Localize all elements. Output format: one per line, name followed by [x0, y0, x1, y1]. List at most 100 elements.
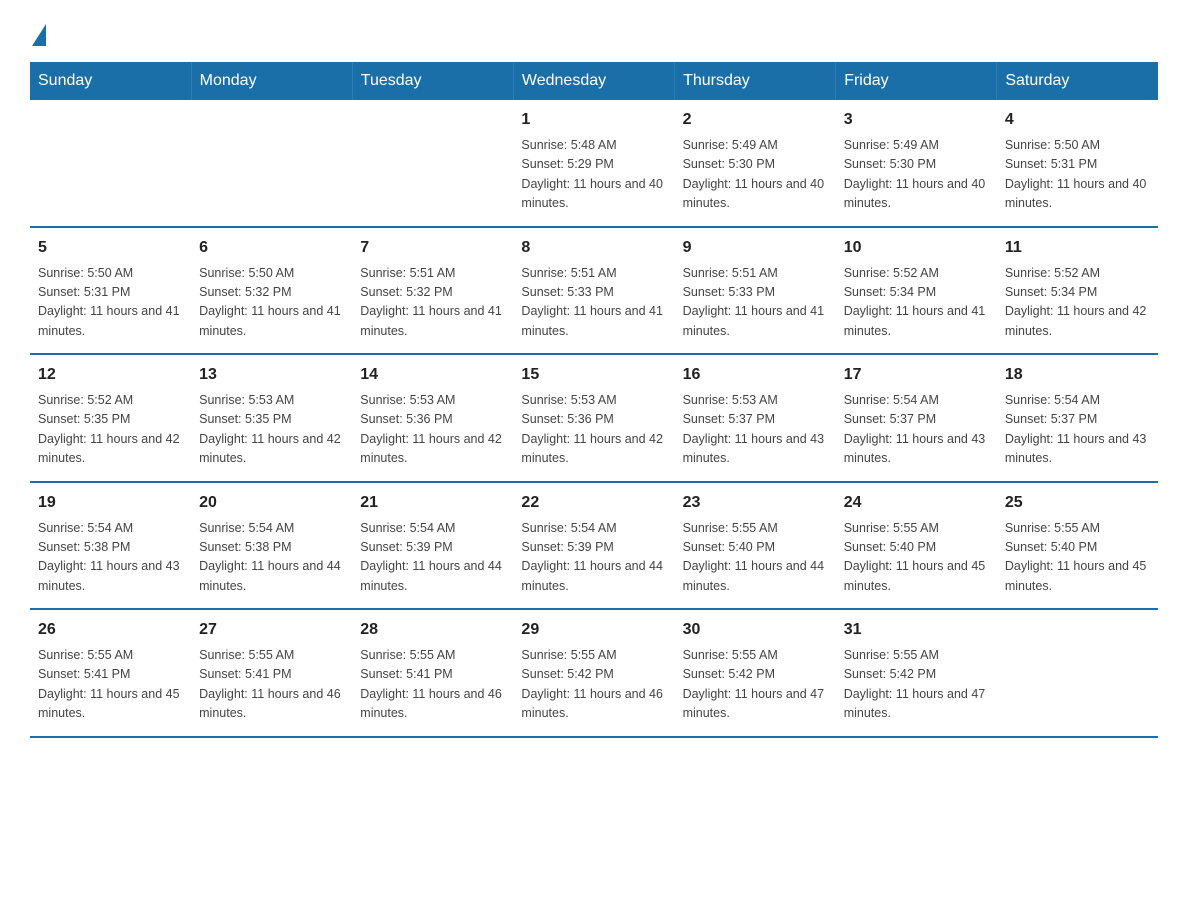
calendar-cell	[30, 100, 191, 227]
calendar-week-row: 12 Sunrise: 5:52 AM Sunset: 5:35 PM Dayli…	[30, 354, 1158, 482]
day-info: Sunrise: 5:54 AM Sunset: 5:38 PM Dayligh…	[38, 519, 183, 597]
weekday-header-saturday: Saturday	[997, 62, 1158, 100]
day-number: 1	[521, 108, 666, 132]
calendar-cell: 27Sunrise: 5:55 AM Sunset: 5:41 PM Dayli…	[191, 609, 352, 737]
day-info: Sunrise: 5:54 AM Sunset: 5:39 PM Dayligh…	[360, 519, 505, 597]
calendar-cell: 22Sunrise: 5:54 AM Sunset: 5:39 PM Dayli…	[513, 482, 674, 610]
day-info: Sunrise: 5:54 AM Sunset: 5:38 PM Dayligh…	[199, 519, 344, 597]
day-number: 6	[199, 236, 344, 260]
day-info: Sunrise: 5:50 AM Sunset: 5:31 PM Dayligh…	[38, 264, 183, 342]
day-info: Sunrise: 5:52 AM Sunset: 5:34 PM Dayligh…	[844, 264, 989, 342]
day-number: 16	[683, 363, 828, 387]
calendar-cell: 3 Sunrise: 5:49 AM Sunset: 5:30 PM Daylig…	[836, 100, 997, 227]
day-number: 18	[1005, 363, 1150, 387]
day-info: Sunrise: 5:53 AM Sunset: 5:36 PM Dayligh…	[521, 391, 666, 469]
day-number: 3	[844, 108, 989, 132]
calendar-cell: 26 Sunrise: 5:55 AM Sunset: 5:41 PM Dayli…	[30, 609, 191, 737]
calendar-cell: 25Sunrise: 5:55 AM Sunset: 5:40 PM Dayli…	[997, 482, 1158, 610]
calendar-cell: 6 Sunrise: 5:50 AM Sunset: 5:32 PM Daylig…	[191, 227, 352, 355]
day-number: 28	[360, 618, 505, 642]
day-info: Sunrise: 5:53 AM Sunset: 5:35 PM Dayligh…	[199, 391, 344, 469]
day-info: Sunrise: 5:49 AM Sunset: 5:30 PM Dayligh…	[844, 136, 989, 214]
calendar-week-row: 19 Sunrise: 5:54 AM Sunset: 5:38 PM Dayli…	[30, 482, 1158, 610]
day-info: Sunrise: 5:52 AM Sunset: 5:35 PM Dayligh…	[38, 391, 183, 469]
calendar-cell: 15Sunrise: 5:53 AM Sunset: 5:36 PM Dayli…	[513, 354, 674, 482]
day-info: Sunrise: 5:55 AM Sunset: 5:42 PM Dayligh…	[844, 646, 989, 724]
day-number: 19	[38, 491, 183, 515]
calendar-cell: 14 Sunrise: 5:53 AM Sunset: 5:36 PM Dayli…	[352, 354, 513, 482]
calendar-cell: 10 Sunrise: 5:52 AM Sunset: 5:34 PM Dayli…	[836, 227, 997, 355]
day-info: Sunrise: 5:54 AM Sunset: 5:37 PM Dayligh…	[844, 391, 989, 469]
calendar-table: SundayMondayTuesdayWednesdayThursdayFrid…	[30, 62, 1158, 738]
calendar-cell: 8Sunrise: 5:51 AM Sunset: 5:33 PM Daylig…	[513, 227, 674, 355]
calendar-cell: 16 Sunrise: 5:53 AM Sunset: 5:37 PM Dayli…	[675, 354, 836, 482]
calendar-cell: 30 Sunrise: 5:55 AM Sunset: 5:42 PM Dayli…	[675, 609, 836, 737]
calendar-cell: 28 Sunrise: 5:55 AM Sunset: 5:41 PM Dayli…	[352, 609, 513, 737]
day-number: 9	[683, 236, 828, 260]
calendar-week-row: 26 Sunrise: 5:55 AM Sunset: 5:41 PM Dayli…	[30, 609, 1158, 737]
day-info: Sunrise: 5:55 AM Sunset: 5:40 PM Dayligh…	[844, 519, 989, 597]
calendar-cell: 13 Sunrise: 5:53 AM Sunset: 5:35 PM Dayli…	[191, 354, 352, 482]
day-number: 24	[844, 491, 989, 515]
calendar-cell: 21 Sunrise: 5:54 AM Sunset: 5:39 PM Dayli…	[352, 482, 513, 610]
calendar-week-row: 5 Sunrise: 5:50 AM Sunset: 5:31 PM Daylig…	[30, 227, 1158, 355]
day-info: Sunrise: 5:55 AM Sunset: 5:41 PM Dayligh…	[38, 646, 183, 724]
day-number: 31	[844, 618, 989, 642]
calendar-cell	[997, 609, 1158, 737]
day-info: Sunrise: 5:55 AM Sunset: 5:42 PM Dayligh…	[521, 646, 666, 724]
calendar-cell: 18 Sunrise: 5:54 AM Sunset: 5:37 PM Dayli…	[997, 354, 1158, 482]
calendar-cell: 9 Sunrise: 5:51 AM Sunset: 5:33 PM Daylig…	[675, 227, 836, 355]
calendar-cell: 31 Sunrise: 5:55 AM Sunset: 5:42 PM Dayli…	[836, 609, 997, 737]
day-number: 27	[199, 618, 344, 642]
day-number: 11	[1005, 236, 1150, 260]
calendar-cell: 23 Sunrise: 5:55 AM Sunset: 5:40 PM Dayli…	[675, 482, 836, 610]
weekday-header-friday: Friday	[836, 62, 997, 100]
day-number: 30	[683, 618, 828, 642]
weekday-header-thursday: Thursday	[675, 62, 836, 100]
calendar-cell: 17 Sunrise: 5:54 AM Sunset: 5:37 PM Dayli…	[836, 354, 997, 482]
calendar-cell: 4 Sunrise: 5:50 AM Sunset: 5:31 PM Daylig…	[997, 100, 1158, 227]
day-info: Sunrise: 5:50 AM Sunset: 5:32 PM Dayligh…	[199, 264, 344, 342]
day-number: 7	[360, 236, 505, 260]
day-number: 21	[360, 491, 505, 515]
day-number: 5	[38, 236, 183, 260]
day-info: Sunrise: 5:50 AM Sunset: 5:31 PM Dayligh…	[1005, 136, 1150, 214]
calendar-cell: 2 Sunrise: 5:49 AM Sunset: 5:30 PM Daylig…	[675, 100, 836, 227]
day-info: Sunrise: 5:51 AM Sunset: 5:33 PM Dayligh…	[683, 264, 828, 342]
day-info: Sunrise: 5:55 AM Sunset: 5:41 PM Dayligh…	[360, 646, 505, 724]
day-number: 26	[38, 618, 183, 642]
day-info: Sunrise: 5:48 AM Sunset: 5:29 PM Dayligh…	[521, 136, 666, 214]
calendar-cell: 5 Sunrise: 5:50 AM Sunset: 5:31 PM Daylig…	[30, 227, 191, 355]
day-number: 20	[199, 491, 344, 515]
day-number: 2	[683, 108, 828, 132]
day-number: 13	[199, 363, 344, 387]
day-info: Sunrise: 5:51 AM Sunset: 5:33 PM Dayligh…	[521, 264, 666, 342]
calendar-cell: 7 Sunrise: 5:51 AM Sunset: 5:32 PM Daylig…	[352, 227, 513, 355]
calendar-week-row: 1 Sunrise: 5:48 AM Sunset: 5:29 PM Daylig…	[30, 100, 1158, 227]
day-info: Sunrise: 5:55 AM Sunset: 5:40 PM Dayligh…	[683, 519, 828, 597]
day-info: Sunrise: 5:49 AM Sunset: 5:30 PM Dayligh…	[683, 136, 828, 214]
page-header	[30, 20, 1158, 42]
day-number: 22	[521, 491, 666, 515]
logo-triangle-icon	[32, 24, 46, 46]
weekday-header-sunday: Sunday	[30, 62, 191, 100]
day-number: 10	[844, 236, 989, 260]
day-number: 14	[360, 363, 505, 387]
weekday-header-row: SundayMondayTuesdayWednesdayThursdayFrid…	[30, 62, 1158, 100]
day-info: Sunrise: 5:53 AM Sunset: 5:36 PM Dayligh…	[360, 391, 505, 469]
day-info: Sunrise: 5:55 AM Sunset: 5:40 PM Dayligh…	[1005, 519, 1150, 597]
day-number: 4	[1005, 108, 1150, 132]
day-number: 12	[38, 363, 183, 387]
day-info: Sunrise: 5:52 AM Sunset: 5:34 PM Dayligh…	[1005, 264, 1150, 342]
day-number: 29	[521, 618, 666, 642]
day-info: Sunrise: 5:55 AM Sunset: 5:42 PM Dayligh…	[683, 646, 828, 724]
day-info: Sunrise: 5:54 AM Sunset: 5:37 PM Dayligh…	[1005, 391, 1150, 469]
calendar-cell: 29 Sunrise: 5:55 AM Sunset: 5:42 PM Dayli…	[513, 609, 674, 737]
weekday-header-wednesday: Wednesday	[513, 62, 674, 100]
day-number: 23	[683, 491, 828, 515]
day-info: Sunrise: 5:51 AM Sunset: 5:32 PM Dayligh…	[360, 264, 505, 342]
calendar-cell: 24 Sunrise: 5:55 AM Sunset: 5:40 PM Dayli…	[836, 482, 997, 610]
calendar-cell	[352, 100, 513, 227]
day-info: Sunrise: 5:53 AM Sunset: 5:37 PM Dayligh…	[683, 391, 828, 469]
day-number: 17	[844, 363, 989, 387]
